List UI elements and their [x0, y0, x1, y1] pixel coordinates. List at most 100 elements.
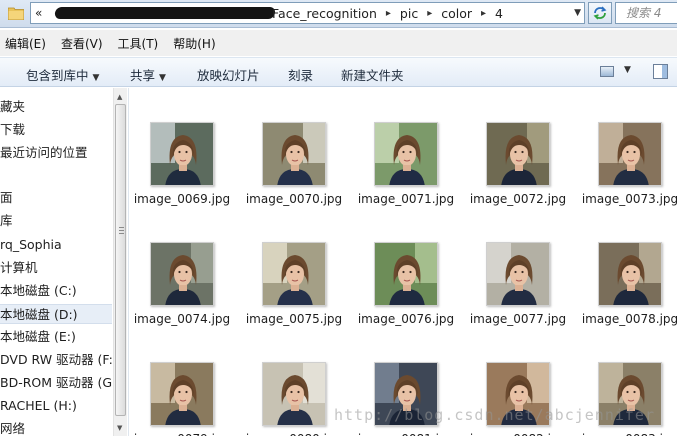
image-thumbnail: [486, 242, 550, 306]
breadcrumb-pic[interactable]: pic: [393, 6, 425, 21]
nav-item-computer[interactable]: 计算机: [0, 258, 112, 278]
command-bar: 包含到库中 ▼ 共享 ▼ 放映幻灯片 刻录 新建文件夹 ▼: [0, 57, 677, 87]
nav-item-libraries[interactable]: 库: [0, 211, 112, 231]
grip-icon: [119, 227, 124, 234]
breadcrumb-overflow-button[interactable]: «: [35, 6, 42, 20]
menu-help[interactable]: 帮助(H): [168, 35, 225, 52]
breadcrumb-color[interactable]: color: [434, 6, 479, 21]
file-item[interactable]: image_0080.jpg: [242, 328, 346, 436]
scroll-down-icon[interactable]: ▼: [117, 424, 122, 432]
nav-item-drive-h[interactable]: RACHEL (H:): [0, 396, 112, 416]
file-item[interactable]: image_0070.jpg: [242, 88, 346, 206]
change-view-icon[interactable]: [600, 66, 614, 77]
image-thumbnail: [150, 242, 214, 306]
image-thumbnail: [598, 242, 662, 306]
scrollbar-thumb[interactable]: [115, 104, 126, 416]
address-dropdown-icon[interactable]: ▼: [574, 8, 581, 18]
file-item[interactable]: image_0077.jpg: [466, 208, 570, 326]
include-in-library-label: 包含到库中: [26, 68, 89, 83]
file-name: image_0070.jpg: [245, 192, 343, 206]
nav-item-favorites[interactable]: 藏夹: [0, 97, 112, 117]
nav-item-downloads[interactable]: 下载: [0, 120, 112, 140]
nav-item-drive-c[interactable]: 本地磁盘 (C:): [0, 281, 112, 301]
include-in-library-button[interactable]: 包含到库中 ▼: [26, 65, 99, 84]
refresh-icon: [593, 6, 607, 20]
preview-pane-icon[interactable]: [653, 64, 668, 79]
menu-edit[interactable]: 编辑(E): [0, 35, 56, 52]
file-name: image_0080.jpg: [242, 432, 346, 436]
image-thumbnail: [262, 242, 326, 306]
nav-item-label: 库: [0, 213, 13, 228]
file-name: image_0078.jpg: [581, 312, 677, 326]
nav-item-user[interactable]: rq_Sophia: [0, 235, 112, 255]
breadcrumb-face-recognition[interactable]: Face_recognition: [265, 6, 384, 21]
file-item[interactable]: image_0071.jpg: [354, 88, 458, 206]
file-item[interactable]: image_0072.jpg: [466, 88, 570, 206]
chevron-right-icon[interactable]: ▸: [479, 8, 488, 19]
file-item[interactable]: image_0069.jpg: [130, 88, 234, 206]
nav-item-label: rq_Sophia: [0, 237, 62, 252]
file-name: image_0076.jpg: [357, 312, 455, 326]
file-name: image_0071.jpg: [357, 192, 455, 206]
menu-bar: 编辑(E) 查看(V) 工具(T) 帮助(H): [0, 30, 677, 56]
file-item[interactable]: image_0074.jpg: [130, 208, 234, 326]
file-name: image_0082.jpg: [466, 432, 570, 436]
image-thumbnail: [486, 122, 550, 186]
file-item[interactable]: image_0076.jpg: [354, 208, 458, 326]
share-button[interactable]: 共享 ▼: [130, 65, 166, 84]
watermark: http://blog.csdn.net/abcjennifer: [334, 406, 655, 424]
nav-item-label: 藏夹: [0, 99, 26, 114]
address-box[interactable]: « Face_recognition ▸ pic ▸ color ▸ 4 ▼: [30, 2, 585, 24]
file-name: image_0074.jpg: [133, 312, 231, 326]
nav-item-drive-g[interactable]: BD-ROM 驱动器 (G: [0, 373, 112, 393]
slideshow-button[interactable]: 放映幻灯片: [197, 65, 260, 84]
folder-icon: [8, 7, 24, 20]
file-item[interactable]: image_0073.jpg: [578, 88, 677, 206]
image-thumbnail: [262, 122, 326, 186]
chevron-right-icon[interactable]: ▸: [384, 8, 393, 19]
nav-item-label: 本地磁盘 (D:): [0, 307, 78, 322]
nav-item-label: DVD RW 驱动器 (F:): [0, 352, 112, 367]
nav-item-label: 面: [0, 190, 13, 205]
nav-item-drive-f[interactable]: DVD RW 驱动器 (F:): [0, 350, 112, 370]
scroll-up-icon[interactable]: ▲: [117, 93, 122, 101]
file-item[interactable]: image_0075.jpg: [242, 208, 346, 326]
nav-item-label: RACHEL (H:): [0, 398, 77, 413]
chevron-down-icon: ▼: [92, 73, 100, 83]
nav-item-network[interactable]: 网络: [0, 419, 112, 436]
nav-item-drive-e[interactable]: 本地磁盘 (E:): [0, 327, 112, 347]
file-name: image_0077.jpg: [469, 312, 567, 326]
nav-item-desktop[interactable]: 面: [0, 188, 112, 208]
nav-item-drive-d[interactable]: 本地磁盘 (D:): [0, 304, 112, 324]
nav-item-recent-places[interactable]: 最近访问的位置: [0, 143, 112, 163]
refresh-button[interactable]: [588, 2, 612, 24]
new-folder-button[interactable]: 新建文件夹: [341, 65, 404, 84]
search-input[interactable]: [616, 3, 677, 23]
chevron-down-icon[interactable]: ▼: [624, 65, 631, 75]
navigation-pane: 藏夹 下载 最近访问的位置 面 库 rq_Sophia 计算机 本地磁盘 (C:…: [0, 88, 112, 436]
chevron-right-icon[interactable]: ▸: [425, 8, 434, 19]
file-item[interactable]: image_0078.jpg: [578, 208, 677, 326]
image-thumbnail: [150, 122, 214, 186]
share-label: 共享: [130, 68, 156, 83]
file-name: image_0083.jpg: [578, 432, 677, 436]
image-thumbnail: [150, 362, 214, 426]
file-name: image_0079.jpg: [130, 432, 234, 436]
menu-view[interactable]: 查看(V): [56, 35, 113, 52]
file-name: image_0069.jpg: [133, 192, 231, 206]
nav-item-label: BD-ROM 驱动器 (G: [0, 375, 112, 390]
burn-button[interactable]: 刻录: [288, 65, 313, 84]
nav-item-label: 网络: [0, 421, 26, 436]
menu-tools[interactable]: 工具(T): [113, 35, 169, 52]
image-thumbnail: [374, 122, 438, 186]
breadcrumb-4[interactable]: 4: [488, 6, 510, 21]
file-item[interactable]: image_0079.jpg: [130, 328, 234, 436]
search-box[interactable]: [615, 2, 677, 24]
nav-scrollbar[interactable]: ▲ ▼: [113, 88, 127, 436]
image-thumbnail: [374, 242, 438, 306]
nav-item-label: 计算机: [0, 260, 38, 275]
nav-item-label: 本地磁盘 (C:): [0, 283, 77, 298]
file-name: image_0081.jpg: [354, 432, 458, 436]
nav-item-label: 最近访问的位置: [0, 145, 88, 160]
file-name: image_0075.jpg: [245, 312, 343, 326]
